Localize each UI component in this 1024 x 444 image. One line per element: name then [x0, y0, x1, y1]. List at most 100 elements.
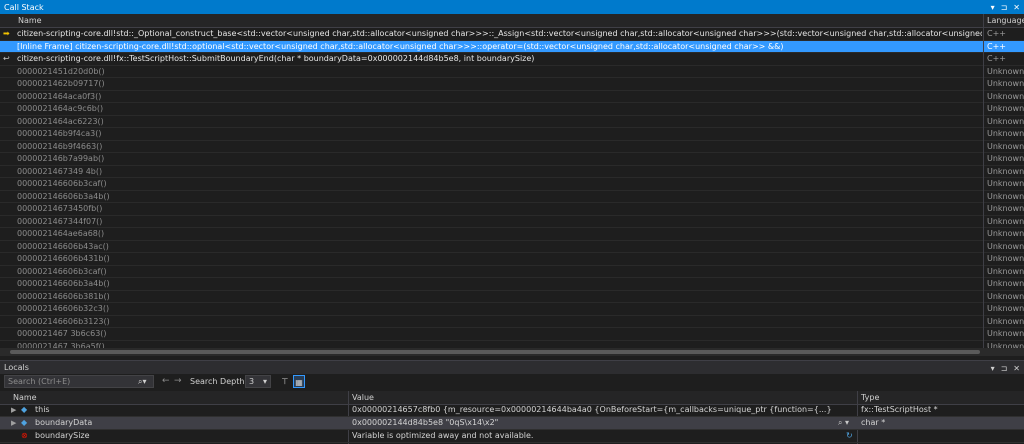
back-arrow-icon[interactable]: ←	[162, 376, 170, 386]
callstack-col-name[interactable]: Name	[18, 14, 42, 27]
frame-gutter	[3, 178, 15, 189]
local-value[interactable]: 0x00000214657c8fb0 {m_resource=0x0000021…	[352, 404, 832, 416]
close-icon[interactable]: ✕	[1013, 3, 1020, 12]
scroll-thumb[interactable]	[10, 350, 980, 354]
callstack-frame-row[interactable]: 0000021467349 4b() Unknown	[0, 166, 1024, 178]
callstack-col-language[interactable]: Language	[987, 14, 1024, 27]
callstack-frame-row[interactable]: 000002146b7a99ab() Unknown	[0, 153, 1024, 166]
callstack-frame-row[interactable]: 00000214673450fb() Unknown	[0, 203, 1024, 216]
locals-toolbar: Search (Ctrl+E) ⌕▾ ← → Search Depth: 3 ▾…	[0, 374, 1024, 390]
locals-col-value[interactable]: Value	[352, 391, 374, 404]
frame-language: Unknown	[987, 166, 1024, 176]
callstack-frame-row[interactable]: 000002146b9f4663() Unknown	[0, 141, 1024, 153]
frame-name: 0000021451d20d0b()	[17, 66, 105, 76]
frame-language: C++	[987, 54, 1006, 63]
frame-gutter	[3, 203, 15, 214]
callstack-frame-row[interactable]: 000002146606b3caf() Unknown	[0, 178, 1024, 191]
field-icon: ◆	[21, 405, 28, 414]
current-frame-arrow-icon: ➡	[3, 29, 10, 38]
pin-source-icon[interactable]: ⊤	[279, 375, 291, 388]
callstack-hscrollbar[interactable]	[0, 348, 1024, 356]
callstack-frame-row[interactable]: 0000021464aca0f3() Unknown	[0, 91, 1024, 103]
callstack-frame-row[interactable]: 000002146606b3123() Unknown	[0, 316, 1024, 328]
callstack-title-controls: ▾ ⊐ ✕	[991, 0, 1020, 14]
frame-name: citizen-scripting-core.dll!fx::TestScrip…	[17, 54, 535, 63]
frame-language: Unknown	[987, 279, 1024, 288]
search-depth-select[interactable]: 3 ▾	[245, 375, 271, 388]
callstack-frame-row[interactable]: 0000021464ac9c6b() Unknown	[0, 103, 1024, 116]
locals-col-name[interactable]: Name	[13, 391, 37, 404]
callstack-frame-row[interactable]: 000002146606b3caf() Unknown	[0, 266, 1024, 278]
refresh-icon[interactable]: ↻	[846, 430, 853, 442]
frame-name: 000002146b9f4663()	[17, 141, 103, 151]
frame-name: [Inline Frame] citizen-scripting-core.dl…	[17, 41, 784, 51]
callstack-frame-row[interactable]: 0000021467344f07() Unknown	[0, 216, 1024, 228]
frame-name: 0000021462b09717()	[17, 79, 105, 88]
local-value[interactable]: 0x000002144d84b5e8 "0qS\x14\x2"	[352, 417, 832, 429]
locals-row[interactable]: ▶ ◆ boundaryData 0x000002144d84b5e8 "0qS\x1…	[0, 417, 1024, 430]
callstack-frame-row[interactable]: ➡ citizen-scripting-core.dll!std::_Option…	[0, 28, 1024, 41]
frame-gutter	[3, 191, 15, 202]
locals-title-controls: ▾ ⊐ ✕	[991, 361, 1020, 375]
frame-language: Unknown	[987, 66, 1024, 76]
expand-arrow-icon[interactable]: ▶	[11, 417, 16, 429]
pin-icon[interactable]: ⊐	[1001, 364, 1008, 373]
frame-gutter	[3, 66, 15, 77]
callstack-frame-row[interactable]: 000002146606b3a4b() Unknown	[0, 278, 1024, 291]
callstack-list: ➡ citizen-scripting-core.dll!std::_Option…	[0, 28, 1024, 355]
frame-language: Unknown	[987, 91, 1024, 101]
frame-gutter	[3, 241, 15, 252]
view-columns-icon[interactable]: ▦	[293, 375, 305, 388]
visualizer-icon[interactable]: ⌕ ▾	[838, 417, 849, 429]
callstack-frame-row[interactable]: 0000021462b09717() Unknown	[0, 78, 1024, 91]
frame-gutter	[3, 153, 15, 164]
callstack-frame-row[interactable]: 000002146606b3a4b() Unknown	[0, 191, 1024, 203]
callstack-frame-row[interactable]: 0000021464ac6223() Unknown	[0, 116, 1024, 128]
locals-title-text: Locals	[4, 363, 29, 372]
callstack-frame-row[interactable]: ↩ citizen-scripting-core.dll!fx::TestScri…	[0, 53, 1024, 66]
forward-arrow-icon[interactable]: →	[174, 376, 182, 386]
frame-language: C++	[987, 29, 1006, 38]
frame-gutter	[3, 116, 15, 127]
dropdown-icon[interactable]: ▾	[991, 3, 995, 12]
close-icon[interactable]: ✕	[1013, 364, 1020, 373]
pin-icon[interactable]: ⊐	[1001, 3, 1008, 12]
frame-gutter	[3, 78, 15, 89]
frame-gutter	[3, 303, 15, 314]
search-icon[interactable]: ⌕▾	[138, 376, 147, 387]
frame-name: 000002146606b3123()	[17, 316, 110, 326]
local-name: boundaryData	[35, 418, 93, 427]
callstack-frame-row[interactable]: 0000021451d20d0b() Unknown	[0, 66, 1024, 78]
callstack-frame-row[interactable]: 000002146606b32c3() Unknown	[0, 303, 1024, 316]
locals-row[interactable]: ⊗ boundarySize Variable is optimized away …	[0, 430, 1024, 443]
callstack-frame-row[interactable]: 0000021467 3b6c63() Unknown	[0, 328, 1024, 341]
locals-col-type[interactable]: Type	[861, 391, 879, 404]
callstack-column-divider[interactable]	[983, 14, 984, 355]
search-input[interactable]: Search (Ctrl+E) ⌕▾	[4, 375, 154, 388]
dropdown-icon[interactable]: ▾	[991, 364, 995, 373]
frame-language: Unknown	[987, 241, 1024, 251]
locals-panel-title: Locals ▾ ⊐ ✕	[0, 360, 1024, 374]
callstack-frame-row[interactable]: 000002146606b381b() Unknown	[0, 291, 1024, 303]
frame-name: 000002146606b3a4b()	[17, 191, 110, 201]
search-depth-value: 3	[249, 377, 255, 386]
callstack-frame-row[interactable]: 000002146606b431b() Unknown	[0, 253, 1024, 266]
expand-arrow-icon[interactable]: ▶	[11, 404, 16, 416]
frame-gutter	[3, 166, 15, 177]
frame-gutter	[3, 253, 15, 264]
local-type: fx::TestScriptHost *	[861, 405, 938, 414]
locals-header: Name Value Type	[0, 391, 1024, 405]
locals-row[interactable]: ▶ ◆ this 0x00000214657c8fb0 {m_resource=0x0…	[0, 404, 1024, 417]
frame-name: 0000021464ae6a68()	[17, 229, 105, 238]
callstack-frame-row[interactable]: 000002146606b43ac() Unknown	[0, 241, 1024, 253]
frame-name: 0000021467 3b6c63()	[17, 329, 107, 338]
callstack-frame-row[interactable]: 000002146b9f4ca3() Unknown	[0, 128, 1024, 141]
local-name: boundarySize	[35, 431, 90, 440]
locals-list: ▶ ◆ this 0x00000214657c8fb0 {m_resource=0x0…	[0, 404, 1024, 443]
callstack-frame-row[interactable]: 0000021464ae6a68() Unknown	[0, 228, 1024, 241]
frame-language: Unknown	[987, 329, 1024, 338]
callstack-frame-row[interactable]: [Inline Frame] citizen-scripting-core.dl…	[0, 40, 1024, 53]
local-value[interactable]: Variable is optimized away and not avail…	[352, 430, 832, 442]
frame-name: 000002146606b431b()	[17, 254, 110, 263]
frame-language: Unknown	[987, 116, 1024, 126]
